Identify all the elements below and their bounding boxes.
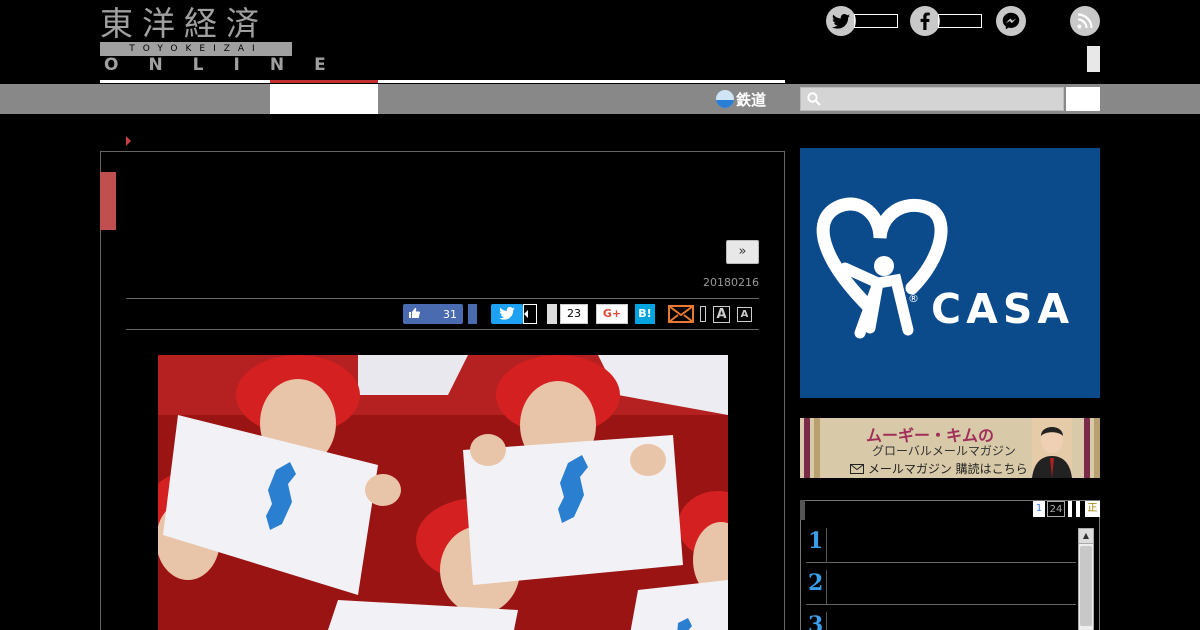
ranking-divider xyxy=(826,528,827,562)
rss-icon[interactable] xyxy=(1070,6,1100,36)
logo-roman: TOYOKEIZAI xyxy=(100,42,292,56)
messenger-share[interactable] xyxy=(996,6,1026,36)
search-input[interactable] xyxy=(800,87,1064,111)
thumbs-up-icon xyxy=(403,307,425,322)
logo-kanji: 東洋経済 xyxy=(100,4,268,43)
facebook-share-button[interactable] xyxy=(547,304,557,324)
ad-mag-footer-label: メールマガジン 購読はこちら xyxy=(867,462,1028,476)
ad-mag-person-photo xyxy=(1032,418,1072,478)
ranking-tab-5[interactable]: 正 xyxy=(1085,501,1100,517)
ranking-divider xyxy=(826,612,827,630)
divider xyxy=(126,298,759,299)
font-size-small-button[interactable]: A xyxy=(737,307,752,322)
breadcrumb-arrow-icon xyxy=(126,136,131,146)
facebook-like-button[interactable]: 31 xyxy=(403,304,463,324)
font-size-large-button[interactable]: A xyxy=(713,306,730,323)
ranking-number-1: 1 xyxy=(808,528,824,554)
ranking-number-3: 3 xyxy=(808,612,824,630)
ad-mag-subtitle: グローバルメールマガジン xyxy=(872,444,1016,458)
search-button[interactable] xyxy=(1066,87,1100,111)
search-icon xyxy=(807,92,821,106)
ad-mag-footer: メールマガジン 購読はこちら xyxy=(850,460,1028,477)
ranking-row-separator xyxy=(806,604,1076,605)
tweet-button[interactable] xyxy=(491,304,523,324)
ranking-row-separator xyxy=(806,562,1076,563)
nav-item-rail-label: 鉄道 xyxy=(736,90,767,109)
envelope-icon xyxy=(850,464,864,474)
title-accent-bar xyxy=(100,172,116,230)
like-count: 31 xyxy=(443,307,457,321)
ranking-number-2: 2 xyxy=(808,570,824,596)
messenger-icon xyxy=(996,6,1026,36)
header-small-button[interactable] xyxy=(1087,46,1100,72)
divider xyxy=(126,329,759,330)
share-more-button[interactable] xyxy=(700,306,706,322)
facebook-share-count: 23 xyxy=(560,304,588,324)
twitter-count xyxy=(854,14,898,28)
nav-top-line xyxy=(100,80,785,83)
casa-registered-mark: ® xyxy=(908,292,919,305)
ranking-tab-4[interactable] xyxy=(1076,501,1080,517)
nav-active-indicator xyxy=(270,80,378,83)
article-photo xyxy=(158,355,728,630)
logo-online: ONLINE xyxy=(104,55,356,75)
site-logo[interactable]: 東洋経済 TOYOKEIZAI ONLINE xyxy=(100,4,326,74)
nav-item-rail[interactable]: 鉄道 xyxy=(716,86,766,112)
like-share-button[interactable] xyxy=(468,304,477,324)
ranking-divider xyxy=(826,570,827,604)
nav-tab-active[interactable] xyxy=(270,84,378,114)
twitter-icon xyxy=(826,6,856,36)
article-date: 20180216 xyxy=(703,276,759,289)
ranking-panel xyxy=(800,500,1100,630)
casa-logo-icon xyxy=(816,197,948,339)
google-plus-button[interactable]: G+ xyxy=(596,304,628,324)
scroll-up-arrow-icon[interactable]: ▲ xyxy=(1078,528,1094,544)
ranking-scroll-thumb[interactable] xyxy=(1080,546,1092,626)
train-icon xyxy=(716,90,734,108)
mail-icon[interactable] xyxy=(668,305,694,323)
ranking-tab-24[interactable]: 24 xyxy=(1047,501,1065,517)
ranking-tab-3[interactable] xyxy=(1068,501,1072,517)
twitter-follow[interactable] xyxy=(826,6,898,36)
next-page-button[interactable]: » xyxy=(726,240,759,264)
twitter-icon xyxy=(499,307,515,320)
ad-casa-banner[interactable] xyxy=(800,148,1100,398)
hatena-bookmark-button[interactable]: B! xyxy=(635,304,655,324)
tweet-count xyxy=(523,304,537,324)
facebook-follow[interactable] xyxy=(910,6,982,36)
facebook-icon xyxy=(910,6,940,36)
ranking-header-bar xyxy=(800,500,805,520)
facebook-count xyxy=(938,14,982,28)
ranking-tab-1[interactable]: 1 xyxy=(1033,501,1045,517)
casa-brand-text: CASA xyxy=(931,285,1075,333)
